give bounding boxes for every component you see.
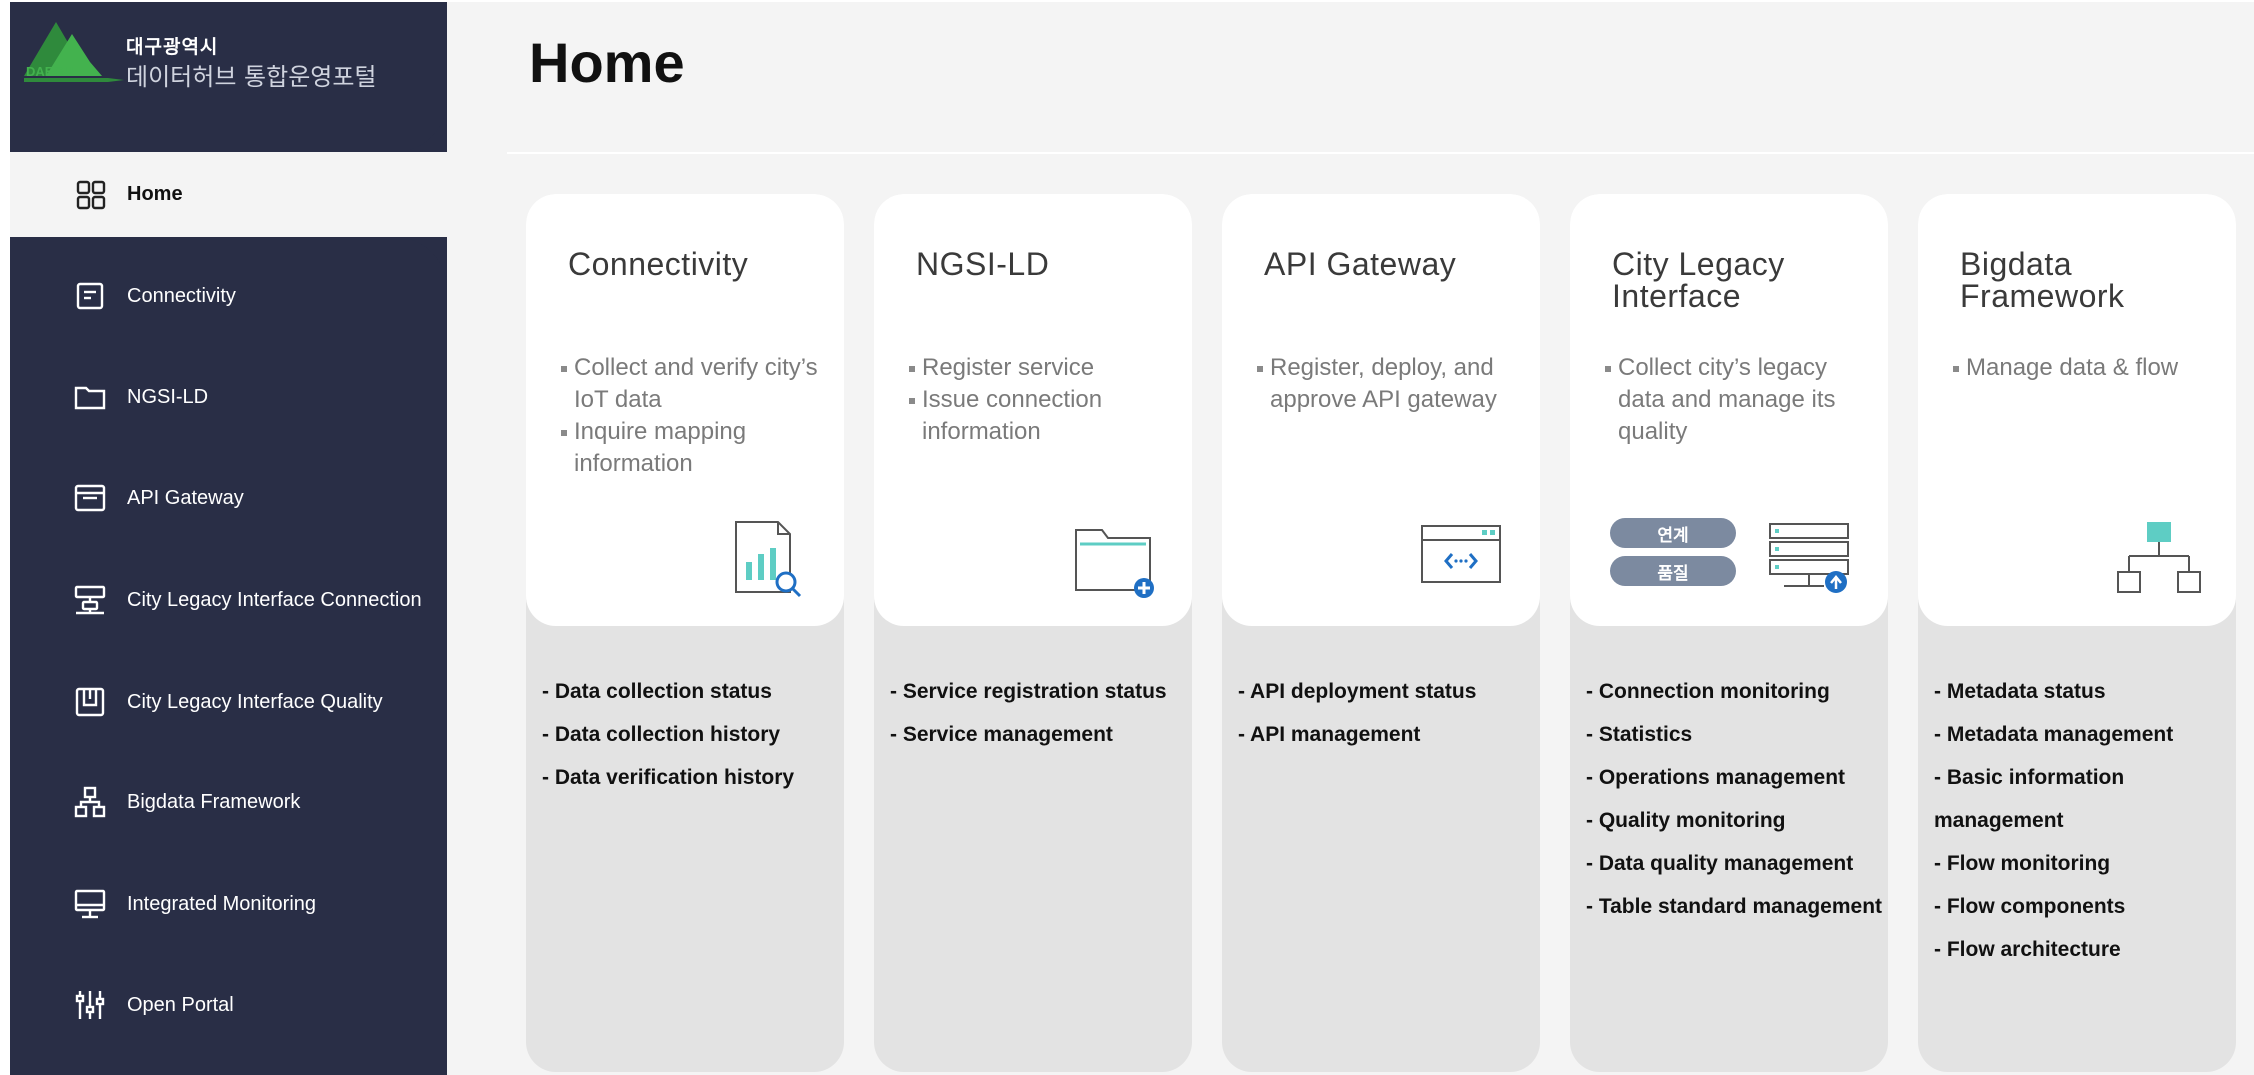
title-divider <box>507 152 2254 154</box>
feature-link[interactable]: - Flow components <box>1934 885 2230 928</box>
sidebar-item-label: Integrated Monitoring <box>127 892 317 915</box>
module-card-bigdata-framework[interactable]: Bigdata Framework Manage data & flow <box>1918 194 2236 626</box>
feature-link[interactable]: - Data collection status <box>542 670 838 713</box>
report-search-icon <box>728 518 808 598</box>
feature-list: - Metadata status - Metadata management … <box>1934 670 2230 971</box>
quality-tag[interactable]: 품질 <box>1610 556 1736 586</box>
card-bullet: Collect city’s legacy data and manage it… <box>1604 352 1876 448</box>
org-tree-icon <box>2114 516 2204 602</box>
feature-link[interactable]: - Data quality management <box>1586 842 1882 885</box>
sidebar-item-label: Bigdata Framework <box>127 790 301 813</box>
sidebar-item-label: NGSI-LD <box>127 385 209 408</box>
sidebar: DAEGU 대구광역시 데이터허브 통합운영포털 Home Connectivi… <box>10 2 471 1075</box>
feature-link[interactable]: - Quality monitoring <box>1586 799 1882 842</box>
page-title: Home <box>529 31 685 94</box>
feature-list: - Service registration status - Service … <box>890 670 1186 756</box>
sidebar-item-home[interactable]: Home <box>34 152 471 237</box>
daegu-logo-icon: DAEGU <box>20 16 132 88</box>
sidebar-item-label: Home <box>127 183 183 205</box>
module-card-api-gateway[interactable]: API Gateway Register, deploy, and approv… <box>1222 194 1540 626</box>
card-description: Collect city’s legacy data and manage it… <box>1604 352 1876 448</box>
card-description: Register, deploy, and approve API gatewa… <box>1256 352 1528 416</box>
server-upload-icon <box>1764 520 1854 596</box>
card-title: Bigdata Framework <box>1960 246 2125 314</box>
module-card-ngsi-ld[interactable]: NGSI-LD Register service Issue connectio… <box>874 194 1192 626</box>
sidebar-item-bigdata-framework[interactable]: Bigdata Framework <box>10 762 447 842</box>
grid-icon <box>74 178 108 212</box>
sidebar-item-label: API Gateway <box>127 486 244 509</box>
card-bullet: Manage data & flow <box>1952 352 2224 384</box>
feature-link[interactable]: - API management <box>1238 713 1534 756</box>
document-icon <box>73 279 107 313</box>
feature-link[interactable]: - Basic information management <box>1934 756 2230 842</box>
sliders-icon <box>73 988 107 1022</box>
module-card-connectivity[interactable]: Connectivity Collect and verify city’s I… <box>526 194 844 626</box>
feature-link[interactable]: - Metadata status <box>1934 670 2230 713</box>
feature-link[interactable]: - Flow architecture <box>1934 928 2230 971</box>
module-card-city-legacy-interface[interactable]: City Legacy Interface Collect city’s leg… <box>1570 194 1888 626</box>
feature-list: - API deployment status - API management <box>1238 670 1534 756</box>
feature-link[interactable]: - Service management <box>890 713 1186 756</box>
feature-link[interactable]: - Flow monitoring <box>1934 842 2230 885</box>
feature-link[interactable]: - Connection monitoring <box>1586 670 1882 713</box>
quality-check-icon <box>73 685 107 719</box>
sidebar-item-city-legacy-interface-connection[interactable]: City Legacy Interface Connection <box>10 560 447 640</box>
module-column-api-gateway: API Gateway Register, deploy, and approv… <box>1222 194 1540 1072</box>
folder-icon <box>73 380 107 414</box>
api-code-window-icon <box>1418 522 1504 588</box>
monitor-icon <box>73 887 107 921</box>
card-bullet: Collect and verify city’s IoT data <box>560 352 832 416</box>
hierarchy-icon <box>73 785 107 819</box>
card-title: NGSI-LD <box>916 246 1050 282</box>
sidebar-item-label: City Legacy Interface Connection <box>127 588 422 611</box>
sidebar-item-connectivity[interactable]: Connectivity <box>10 256 447 336</box>
feature-list: - Data collection status - Data collecti… <box>542 670 838 799</box>
sidebar-item-label: City Legacy Interface Quality <box>127 690 383 713</box>
logo-city-name: 대구광역시 <box>126 36 219 58</box>
feature-list: - Connection monitoring - Statistics - O… <box>1586 670 1882 928</box>
module-column-city-legacy-interface: City Legacy Interface Collect city’s leg… <box>1570 194 1888 1072</box>
sidebar-item-ngsi-ld[interactable]: NGSI-LD <box>10 357 447 437</box>
module-column-bigdata-framework: Bigdata Framework Manage data & flow - M… <box>1918 194 2236 1072</box>
sidebar-item-api-gateway[interactable]: API Gateway <box>10 458 447 538</box>
network-connection-icon <box>73 583 107 617</box>
browser-window-icon <box>73 481 107 515</box>
card-bullet: Inquire mapping information <box>560 416 832 480</box>
logo-portal-name: 데이터허브 통합운영포털 <box>126 63 377 91</box>
feature-link[interactable]: - Data collection history <box>542 713 838 756</box>
card-title: API Gateway <box>1264 246 1457 282</box>
feature-link[interactable]: - Service registration status <box>890 670 1186 713</box>
card-description: Collect and verify city’s IoT data Inqui… <box>560 352 832 480</box>
sidebar-item-city-legacy-interface-quality[interactable]: City Legacy Interface Quality <box>10 662 447 742</box>
sidebar-item-integrated-monitoring[interactable]: Integrated Monitoring <box>10 864 447 944</box>
feature-link[interactable]: - Table standard management <box>1586 885 1882 928</box>
card-description: Register service Issue connection inform… <box>908 352 1180 448</box>
card-description: Manage data & flow <box>1952 352 2224 384</box>
connection-tag[interactable]: 연계 <box>1610 518 1736 548</box>
card-bullet: Register service <box>908 352 1180 384</box>
logo-wordmark: DAEGU <box>26 64 73 79</box>
feature-link[interactable]: - Operations management <box>1586 756 1882 799</box>
feature-link[interactable]: - Statistics <box>1586 713 1882 756</box>
card-bullet: Issue connection information <box>908 384 1180 448</box>
sidebar-item-label: Open Portal <box>127 993 234 1016</box>
card-title: City Legacy Interface <box>1612 246 1785 314</box>
feature-link[interactable]: - Metadata management <box>1934 713 2230 756</box>
module-column-ngsi-ld: NGSI-LD Register service Issue connectio… <box>874 194 1192 1072</box>
card-title: Connectivity <box>568 246 749 282</box>
feature-link[interactable]: - API deployment status <box>1238 670 1534 713</box>
module-column-connectivity: Connectivity Collect and verify city’s I… <box>526 194 844 1072</box>
logo-area[interactable]: DAEGU 대구광역시 데이터허브 통합운영포털 <box>10 2 447 152</box>
folder-add-icon <box>1072 520 1158 600</box>
feature-link[interactable]: - Data verification history <box>542 756 838 799</box>
main-content: Home Connectivity Collect and verify cit… <box>447 2 2254 1075</box>
sidebar-item-label: Connectivity <box>127 284 236 307</box>
card-bullet: Register, deploy, and approve API gatewa… <box>1256 352 1528 416</box>
sidebar-item-open-portal[interactable]: Open Portal <box>10 965 447 1045</box>
